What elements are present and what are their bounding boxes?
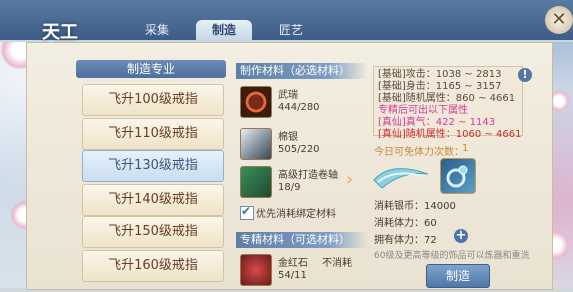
prefer-bound-checkbox[interactable]: [240, 204, 254, 220]
silver-ore-icon: [240, 128, 272, 160]
material-slot[interactable]: 高级打造卷轴 18/9: [236, 162, 364, 204]
material-count: 54/11: [278, 270, 307, 281]
tab-craft[interactable]: 制造: [196, 20, 252, 40]
recipe-list-heading: 制造专业: [76, 60, 226, 78]
material-name: 高级打造卷轴: [278, 170, 338, 181]
scroll-icon: [240, 166, 272, 198]
chevron-right-icon: ›: [346, 169, 354, 190]
tab-gather[interactable]: 采集: [132, 20, 182, 40]
rutile-icon: [240, 254, 272, 286]
stats-box: [基础]攻击：1038 ~ 2813 [基础]身击：1165 ~ 3157 [基…: [373, 66, 523, 140]
top-bar: 天工 采集 制造 匠艺: [0, 0, 573, 43]
ring-icon: [240, 86, 272, 118]
stat-line: [基础]身击：1165 ~ 3157: [378, 81, 502, 92]
silver-cost-label: 消耗银币：14000: [374, 201, 456, 212]
recipe-item[interactable]: 飞升160级戒指: [82, 250, 224, 282]
add-stamina-button[interactable]: +: [454, 229, 468, 243]
required-materials-heading: 制作材料（必选材料）: [236, 63, 368, 79]
prefer-bound-label: 优先消耗绑定材料: [256, 209, 336, 220]
swoosh-decoration-icon: [373, 168, 429, 189]
ring-icon: [446, 165, 468, 188]
material-slot[interactable]: 金红石 不消耗 54/11: [236, 250, 364, 292]
stat-line: [真仙]随机属性：1060 ~ 4661: [378, 129, 522, 140]
material-count: 505/220: [278, 144, 320, 155]
close-icon[interactable]: ✕: [545, 6, 573, 34]
info-icon[interactable]: !: [518, 68, 532, 82]
optional-materials-heading: 专精材料（可选材料）: [236, 232, 368, 248]
stamina-have-label: 拥有体力：72: [374, 235, 437, 246]
craft-button[interactable]: 制造: [426, 264, 490, 288]
recipe-item[interactable]: 飞升150级戒指: [82, 216, 224, 248]
material-slot[interactable]: 武瑞 444/280: [236, 82, 364, 124]
recipe-item-selected[interactable]: 飞升130级戒指: [82, 150, 224, 182]
result-item-slot[interactable]: [440, 158, 476, 194]
material-count: 444/280: [278, 102, 320, 113]
material-consume-note: 不消耗: [322, 258, 352, 269]
recipe-item[interactable]: 飞升100级戒指: [82, 84, 224, 116]
free-stamina-value: 1: [462, 143, 469, 154]
recipe-item[interactable]: 飞升140级戒指: [82, 184, 224, 216]
stat-line: 专精后可出以下属性: [378, 105, 468, 116]
tab-artisan[interactable]: 匠艺: [266, 20, 316, 40]
material-slot[interactable]: 棉银 505/220: [236, 124, 364, 166]
stat-line: [基础]随机属性：860 ~ 4661: [378, 93, 516, 104]
material-count: 18/9: [278, 182, 301, 193]
stamina-cost-label: 消耗体力：60: [374, 218, 437, 229]
stat-line: [基础]攻击：1038 ~ 2813: [378, 69, 502, 80]
free-stamina-label: 今日可免体力次数：: [374, 147, 464, 158]
material-name: 金红石: [278, 258, 308, 269]
stat-line: [真仙]真气：422 ~ 1143: [378, 117, 496, 128]
craft-note: 60级及更高等级的饰品可以炼器和重洗: [374, 251, 530, 261]
logo-text: 天工: [42, 22, 78, 43]
recipe-item[interactable]: 飞升110级戒指: [82, 118, 224, 150]
material-name: 棉银: [278, 132, 298, 143]
material-name: 武瑞: [278, 90, 298, 101]
